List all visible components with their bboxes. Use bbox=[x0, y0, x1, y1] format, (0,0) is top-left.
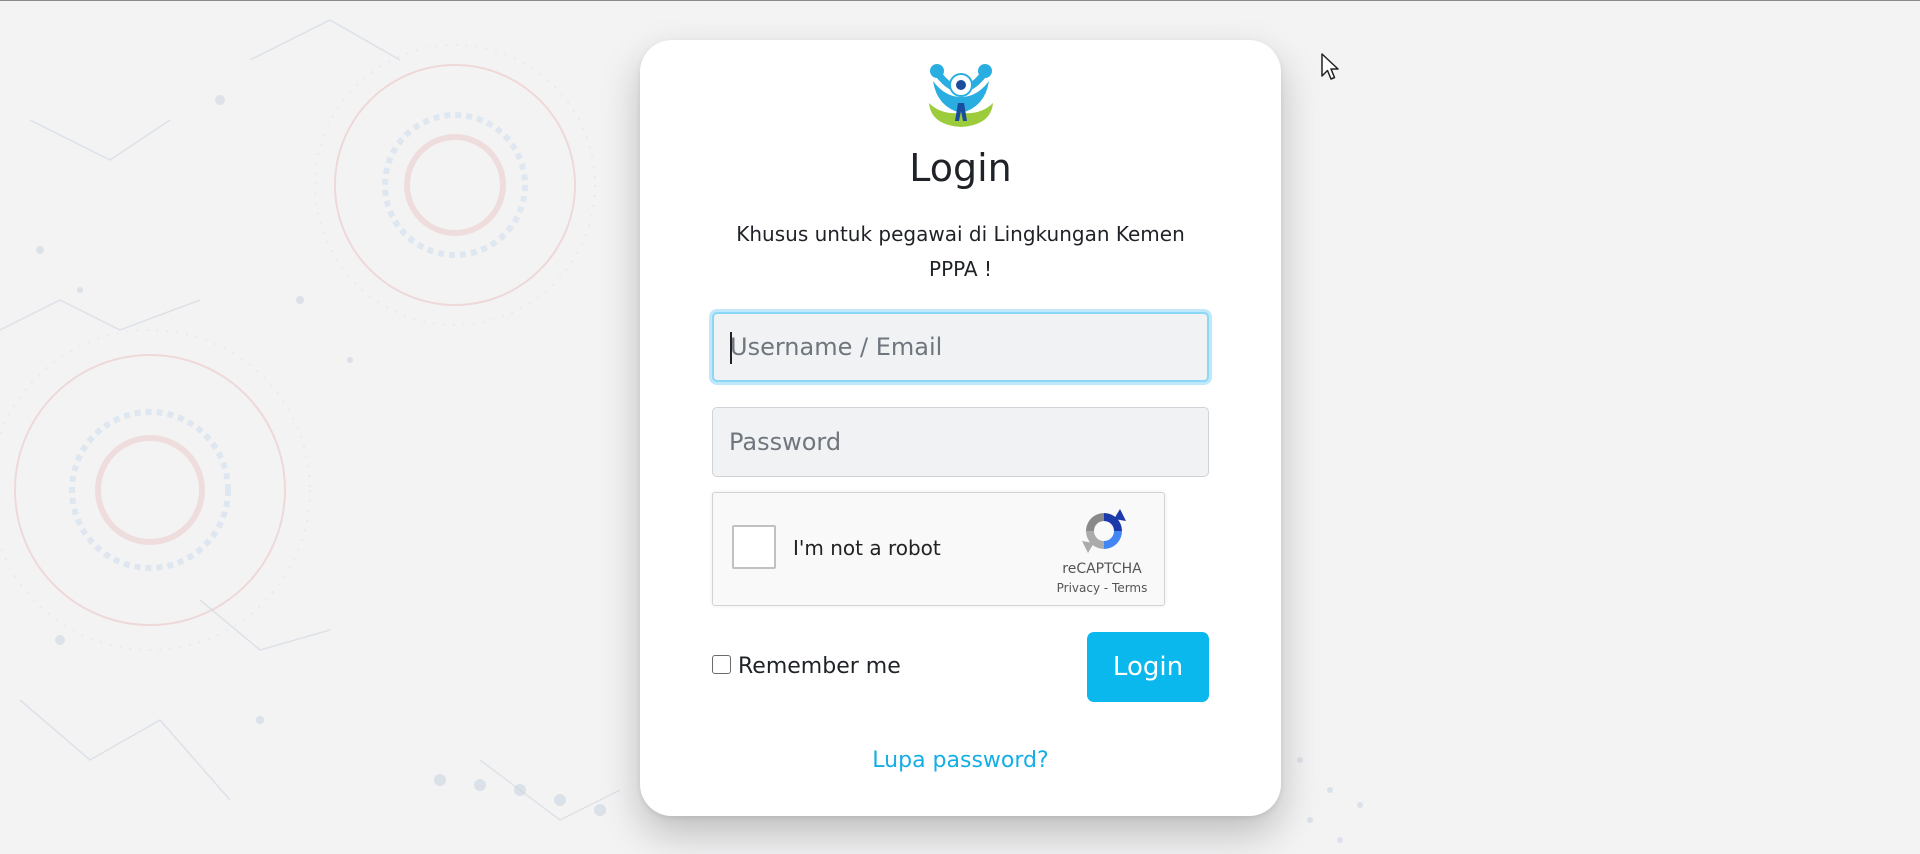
password-input[interactable] bbox=[713, 408, 1208, 476]
remember-checkbox[interactable] bbox=[712, 655, 731, 674]
login-button[interactable]: Login bbox=[1087, 632, 1209, 702]
username-field[interactable] bbox=[712, 312, 1209, 382]
mouse-pointer-icon bbox=[1321, 53, 1339, 80]
recaptcha-icon bbox=[1082, 509, 1126, 553]
recaptcha-widget: I'm not a robot reCAPTCHA Privacy - Term… bbox=[712, 492, 1165, 606]
page-title: Login bbox=[909, 146, 1012, 190]
text-caret bbox=[730, 332, 732, 364]
login-card: Login Khusus untuk pegawai di Lingkungan… bbox=[640, 40, 1281, 816]
recaptcha-checkbox[interactable] bbox=[732, 525, 776, 569]
remember-label[interactable]: Remember me bbox=[738, 654, 901, 679]
recaptcha-links[interactable]: Privacy - Terms bbox=[1037, 581, 1167, 595]
recaptcha-label: I'm not a robot bbox=[793, 536, 941, 560]
username-input[interactable] bbox=[714, 314, 1207, 380]
password-field[interactable] bbox=[712, 407, 1209, 477]
recaptcha-brand: reCAPTCHA bbox=[1062, 561, 1142, 577]
forgot-password-link[interactable]: Lupa password? bbox=[640, 748, 1281, 773]
kemenpppa-logo bbox=[929, 64, 993, 127]
login-subtitle: Khusus untuk pegawai di Lingkungan Kemen… bbox=[736, 222, 1185, 281]
